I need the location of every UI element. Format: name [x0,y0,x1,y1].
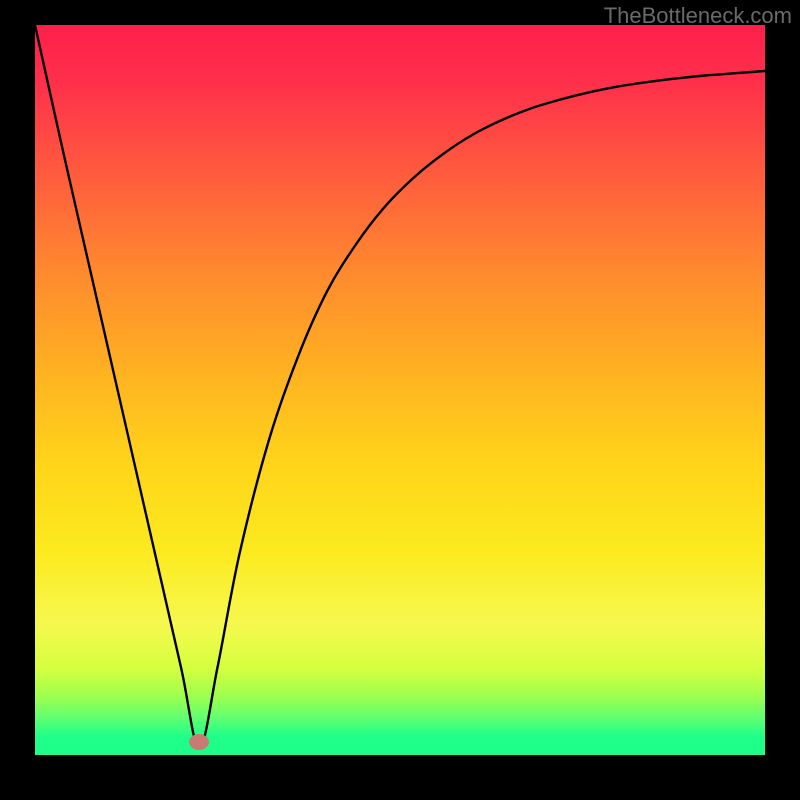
min-marker [189,734,209,750]
chart-container: TheBottleneck.com [0,0,800,800]
watermark-text: TheBottleneck.com [604,3,792,29]
curve-svg [35,25,765,755]
plot-area [35,25,765,755]
bottleneck-curve [35,25,765,748]
